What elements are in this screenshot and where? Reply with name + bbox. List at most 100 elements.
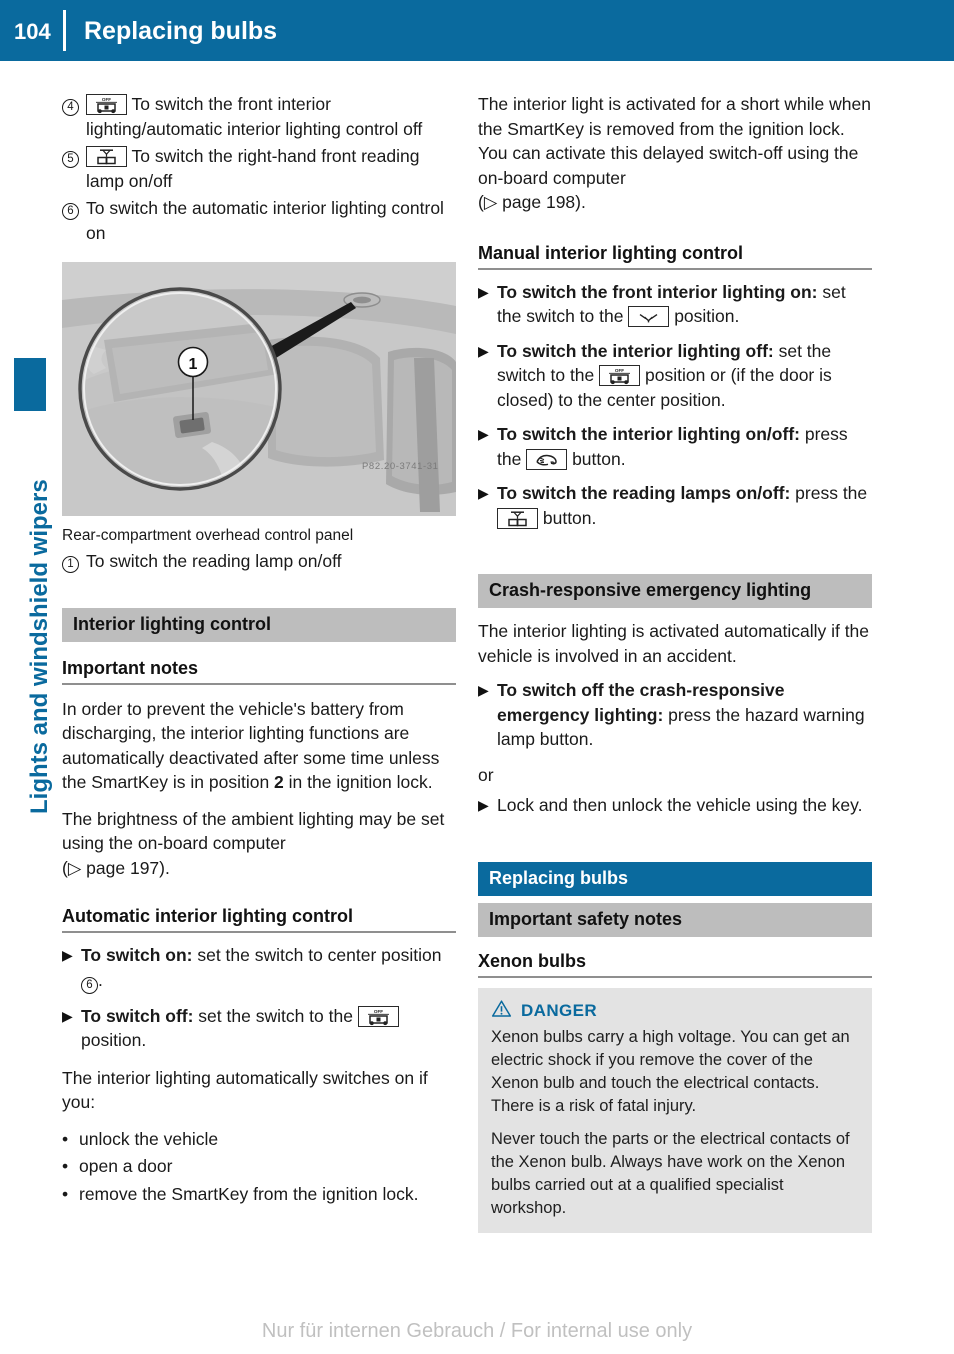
callout-circle-number: 6	[62, 203, 79, 220]
danger-paragraph-2: Never touch the parts or the electrical …	[491, 1130, 850, 1217]
arrow-bullet-icon: ▶	[62, 947, 73, 963]
page-reference[interactable]: (▷ page 198).	[478, 192, 586, 212]
instruction-bold: To switch off:	[81, 1005, 194, 1026]
instruction-text: To switch off the crash-responsive emerg…	[497, 678, 872, 752]
danger-paragraph-1: Xenon bulbs carry a high voltage. You ca…	[491, 1028, 850, 1115]
instruction-tail: button.	[538, 507, 597, 528]
callout-label: To switch the reading lamp on/off	[86, 551, 342, 571]
page-number: 104	[14, 19, 51, 44]
callout-number: 1	[62, 549, 86, 574]
right-column: The interior light is activated for a sh…	[478, 92, 872, 1233]
dot-bullet-icon: •	[62, 1128, 69, 1149]
footer-watermark: Nur für internen Gebrauch / For internal…	[261, 1320, 693, 1342]
list-item-label: open a door	[79, 1156, 173, 1176]
callout-number: 6	[62, 196, 86, 221]
list-item: • unlock the vehicle	[62, 1127, 456, 1152]
heading-xenon-bulbs: Xenon bulbs	[478, 951, 872, 978]
page-ref-arrow-icon: ▷	[483, 192, 498, 212]
auto-lighting-lead-text: The interior lighting automatically swit…	[62, 1067, 428, 1113]
svg-text:1: 1	[189, 356, 198, 373]
header-divider	[63, 10, 66, 51]
instruction-text: Lock and then unlock the vehicle using t…	[497, 795, 863, 815]
page-ref-arrow-icon: ▷	[67, 857, 82, 878]
instruction-text: To switch the interior lighting on/off: …	[497, 422, 872, 471]
chapter-tab-label: Lights and windshield wipers	[26, 479, 53, 814]
notes-p2-pre: The brightness of the ambient lighting m…	[62, 808, 445, 854]
instruction-bold: To switch the interior lighting on/off:	[497, 424, 800, 444]
page-header: 104 Replacing bulbs	[0, 0, 954, 61]
arrow-bullet-icon: ▶	[478, 283, 489, 300]
instruction-text: To switch the reading lamps on/off: pres…	[497, 481, 872, 530]
svg-text:OFF: OFF	[615, 368, 624, 373]
instruction-text: To switch the front interior lighting on…	[497, 280, 872, 329]
overhead-control-panel-figure: 1 P82.20-3741-31	[62, 262, 456, 516]
arrow-bullet-icon: ▶	[62, 1007, 73, 1024]
instruction-text: To switch off: set the switch to the OFF…	[81, 1004, 456, 1053]
crash-intro-paragraph: The interior lighting is activated autom…	[478, 621, 870, 666]
list-item: • remove the SmartKey from the ignition …	[62, 1182, 456, 1207]
dot-bullet-icon: •	[62, 1156, 69, 1176]
callout-item: 6 To switch the automatic interior light…	[62, 196, 456, 245]
callout-label: To switch the automatic interior lightin…	[86, 198, 444, 243]
list-item-label: remove the SmartKey from the ignition lo…	[79, 1183, 419, 1204]
svg-text:P82.20-3741-31: P82.20-3741-31	[362, 461, 439, 472]
heading-important-notes: Important notes	[62, 658, 456, 685]
svg-text:OFF: OFF	[102, 97, 111, 102]
important-notes-paragraph-1: In order to prevent the vehicle's batter…	[62, 697, 456, 795]
instruction-bold: To switch on:	[81, 945, 193, 965]
arrow-bullet-icon: ▶	[478, 426, 489, 442]
callout-text: OFF To switch the front interior lightin…	[86, 92, 456, 141]
section-bar-interior-lighting-control: Interior lighting control	[62, 607, 456, 642]
instruction-rest: press the	[790, 483, 868, 503]
instruction-bold: To switch the reading lamps on/off:	[497, 483, 791, 503]
instruction-rest: set the switch to the	[193, 1005, 358, 1026]
callout-circle-number: 5	[62, 151, 79, 168]
instruction-item: ▶ Lock and then unlock the vehicle using…	[478, 793, 872, 818]
instruction-tail: position.	[669, 306, 740, 326]
notes-p1-post: in the ignition lock.	[283, 772, 433, 792]
instruction-tail: position.	[81, 1030, 147, 1050]
instruction-item: ▶ To switch the reading lamps on/off: pr…	[478, 481, 872, 530]
instruction-tail: .	[98, 969, 103, 990]
figure-callout-item: 1 To switch the reading lamp on/off	[62, 549, 456, 574]
page-reference[interactable]: (▷ page 197).	[62, 858, 170, 878]
important-notes-paragraph-2: The brightness of the ambient lighting m…	[62, 807, 456, 881]
callout-item: 4 OFF To switch the front interior light…	[62, 92, 456, 141]
arrow-bullet-icon: ▶	[478, 797, 489, 813]
instruction-item: ▶ To switch off the crash-responsive eme…	[478, 678, 872, 752]
left-column: 4 OFF To switch the front interior light…	[62, 92, 456, 1206]
instruction-tail: button.	[567, 448, 626, 469]
callout-circle-number: 6	[81, 976, 98, 994]
warning-triangle-icon	[491, 999, 512, 1023]
intro-text: The interior light is activated for a sh…	[478, 94, 871, 188]
danger-header: DANGER	[491, 999, 859, 1023]
section-bar-important-safety-notes: Important safety notes	[478, 903, 872, 937]
callout-item: 5 To switch the right-hand front reading…	[62, 144, 456, 193]
svg-text:OFF: OFF	[374, 1009, 383, 1014]
arrow-bullet-icon: ▶	[478, 342, 489, 359]
arrow-bullet-icon: ▶	[478, 485, 489, 501]
page-ref-label: page 198	[502, 192, 576, 212]
interior-lighting-on-icon	[628, 306, 670, 327]
instruction-bold: To switch the front interior lighting on…	[497, 281, 818, 302]
interior-light-button-icon	[526, 448, 568, 470]
danger-callout-box: DANGER Xenon bulbs carry a high voltage.…	[478, 988, 872, 1233]
interior-lighting-off-icon: OFF	[86, 94, 127, 115]
instruction-item: ▶ To switch the front interior lighting …	[478, 280, 872, 329]
instruction-item: ▶ To switch the interior lighting on/off…	[478, 422, 872, 471]
page-title: Replacing bulbs	[84, 17, 278, 45]
callout-text: To switch the right-hand front reading l…	[86, 144, 456, 193]
reading-lamp-icon	[497, 507, 538, 529]
notes-p1-bold: 2	[274, 772, 284, 792]
alternative-connector: or	[478, 764, 494, 785]
instruction-item: ▶ To switch off: set the switch to the O…	[62, 1004, 456, 1053]
callout-circle-number: 1	[62, 556, 79, 573]
callout-circle-number: 4	[62, 99, 79, 116]
instruction-text: To switch on: set the switch to center p…	[81, 943, 456, 994]
callout-number: 5	[62, 144, 86, 169]
section-bar-crash-responsive-emergency-lighting: Crash-responsive emergency lighting	[478, 574, 872, 608]
callout-label: To switch the right-hand front reading l…	[86, 146, 420, 191]
reading-lamp-icon	[86, 146, 127, 167]
page-ref-label: page 197	[86, 857, 160, 878]
dot-bullet-icon: •	[62, 1183, 69, 1204]
